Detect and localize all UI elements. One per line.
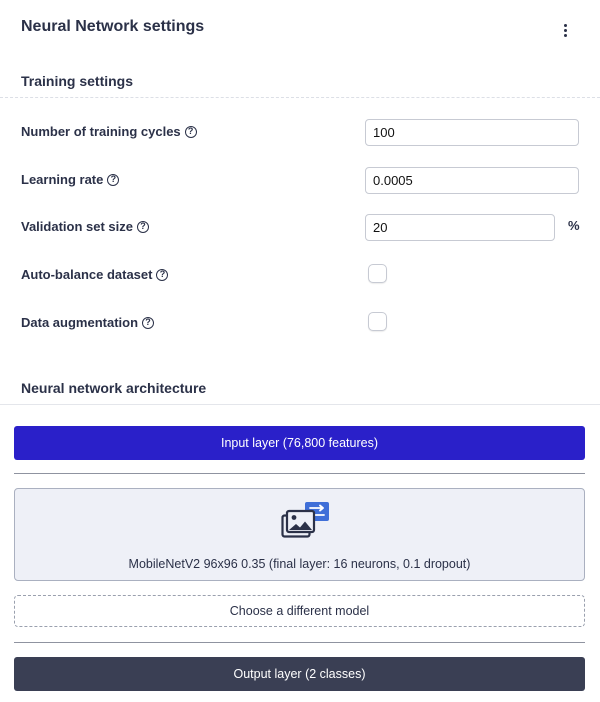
help-icon[interactable]: ? <box>137 220 149 233</box>
help-icon[interactable]: ? <box>142 316 155 329</box>
divider <box>0 97 600 98</box>
help-icon[interactable]: ? <box>156 268 169 281</box>
divider <box>0 404 600 405</box>
model-block[interactable]: MobileNetV2 96x96 0.35 (final layer: 16 … <box>14 488 585 581</box>
transfer-learning-images-icon <box>281 502 329 538</box>
validation-size-label: Validation set size ? <box>21 219 149 234</box>
output-layer-block[interactable]: Output layer (2 classes) <box>14 657 585 691</box>
auto-balance-label: Auto-balance dataset ? <box>21 267 169 282</box>
learning-rate-input[interactable] <box>365 167 579 194</box>
help-icon[interactable]: ? <box>184 125 197 138</box>
layer-connector <box>14 642 585 643</box>
training-cycles-input[interactable] <box>365 119 579 146</box>
layer-connector <box>14 473 585 474</box>
input-layer-block[interactable]: Input layer (76,800 features) <box>14 426 585 460</box>
training-settings-title: Training settings <box>21 73 134 89</box>
kebab-menu-icon[interactable] <box>559 24 571 40</box>
model-description: MobileNetV2 96x96 0.35 (final layer: 16 … <box>128 557 471 571</box>
validation-size-label-text: Validation set size <box>21 219 133 234</box>
auto-balance-checkbox[interactable] <box>368 264 387 283</box>
architecture-title: Neural network architecture <box>21 380 207 396</box>
learning-rate-label: Learning rate ? <box>21 172 120 187</box>
input-layer-label: Input layer (76,800 features) <box>220 436 379 450</box>
choose-different-model-label: Choose a different model <box>229 604 370 618</box>
training-cycles-label-text: Number of training cycles <box>21 124 181 139</box>
learning-rate-label-text: Learning rate <box>21 172 104 187</box>
data-augmentation-label: Data augmentation ? <box>21 315 155 330</box>
output-layer-label: Output layer (2 classes) <box>233 667 366 681</box>
data-augmentation-checkbox[interactable] <box>368 312 387 331</box>
panel-title: Neural Network settings <box>21 18 205 35</box>
percent-unit: % <box>568 218 580 233</box>
choose-different-model-button[interactable]: Choose a different model <box>14 595 585 627</box>
data-augmentation-label-text: Data augmentation <box>21 315 139 330</box>
help-icon[interactable]: ? <box>107 173 120 186</box>
validation-size-input[interactable] <box>365 214 555 241</box>
auto-balance-label-text: Auto-balance dataset <box>21 267 153 282</box>
training-cycles-label: Number of training cycles ? <box>21 124 197 139</box>
